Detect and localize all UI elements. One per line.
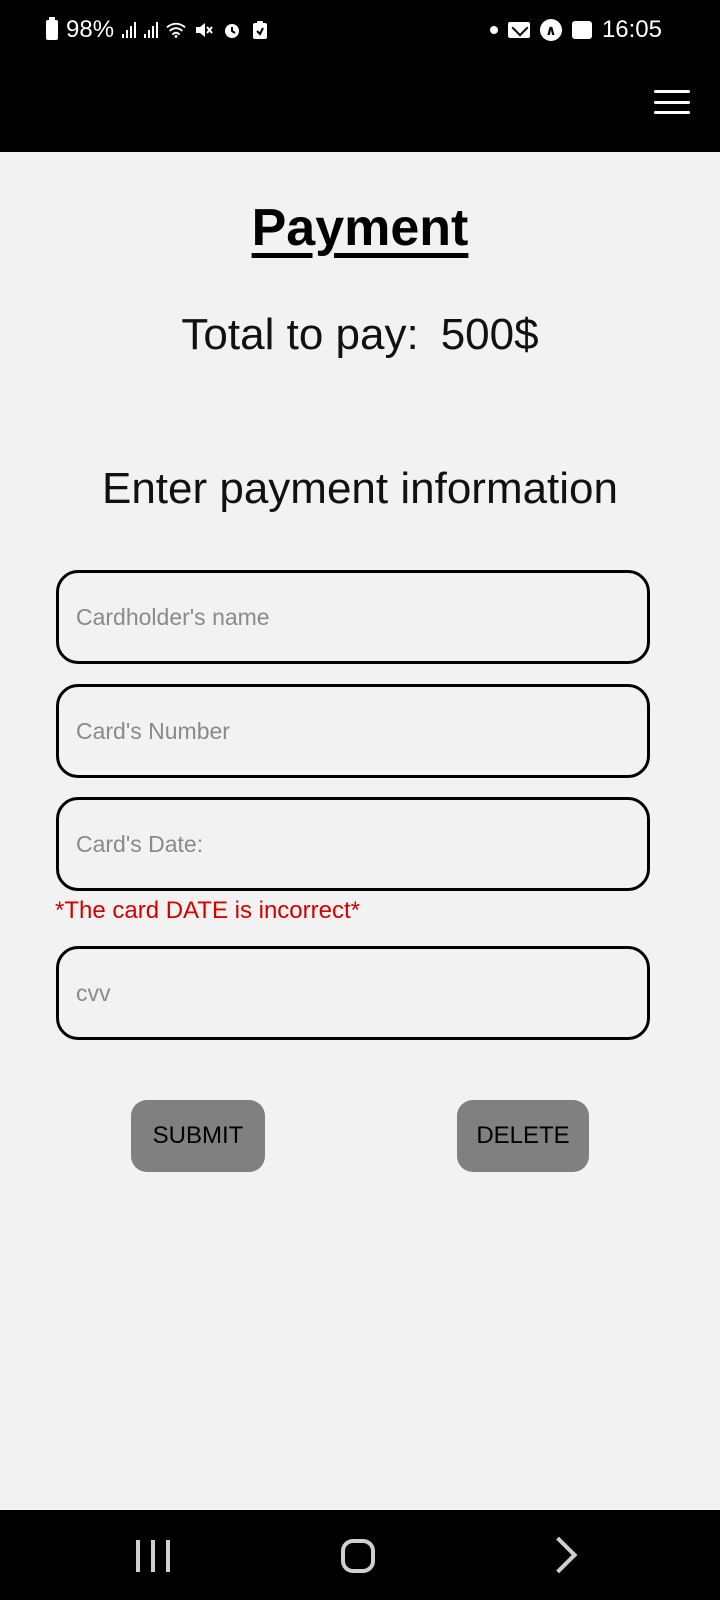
mail-icon [507, 22, 530, 38]
card-number-field-box [56, 684, 650, 778]
notification-dot-icon [489, 26, 498, 34]
status-left-group: 98% [46, 14, 270, 46]
total-amount: 500$ [440, 310, 539, 359]
total-label: Total to pay: [181, 310, 419, 359]
menu-icon[interactable] [654, 90, 690, 114]
delete-button[interactable]: DELETE [457, 1100, 589, 1172]
gallery-icon [571, 21, 592, 39]
card-date-input[interactable] [59, 800, 647, 888]
total-to-pay: Total to pay: 500$ [0, 310, 720, 360]
signal-icon [144, 22, 159, 38]
form-heading: Enter payment information [101, 464, 619, 513]
card-date-error-message: *The card DATE is incorrect* [55, 897, 360, 924]
app-icon: ∧ [539, 19, 562, 41]
wifi-icon [166, 20, 186, 40]
mute-icon [194, 20, 214, 40]
submit-button[interactable]: SUBMIT [131, 1100, 265, 1172]
page-title: Payment [251, 199, 469, 257]
app-header [0, 60, 720, 152]
back-icon[interactable] [540, 1536, 578, 1574]
home-icon[interactable] [341, 1539, 375, 1573]
recents-icon[interactable] [136, 1540, 170, 1572]
cardholder-name-field-box [56, 570, 650, 664]
signal-icon [122, 22, 137, 38]
status-bar: 98% ∧ 16:05 [0, 0, 720, 60]
cvv-field-box [56, 946, 650, 1040]
card-number-input[interactable] [59, 687, 647, 775]
clock: 16:05 [601, 16, 662, 43]
battery-icon [46, 17, 58, 40]
clipboard-icon [250, 20, 270, 40]
alarm-icon [222, 20, 242, 40]
status-right-group: ∧ 16:05 [489, 14, 662, 46]
battery-percentage: 98% [66, 16, 115, 43]
cardholder-name-input[interactable] [59, 573, 647, 661]
navigation-bar [0, 1510, 720, 1600]
card-date-field-box [56, 797, 650, 891]
cvv-input[interactable] [59, 949, 647, 1037]
